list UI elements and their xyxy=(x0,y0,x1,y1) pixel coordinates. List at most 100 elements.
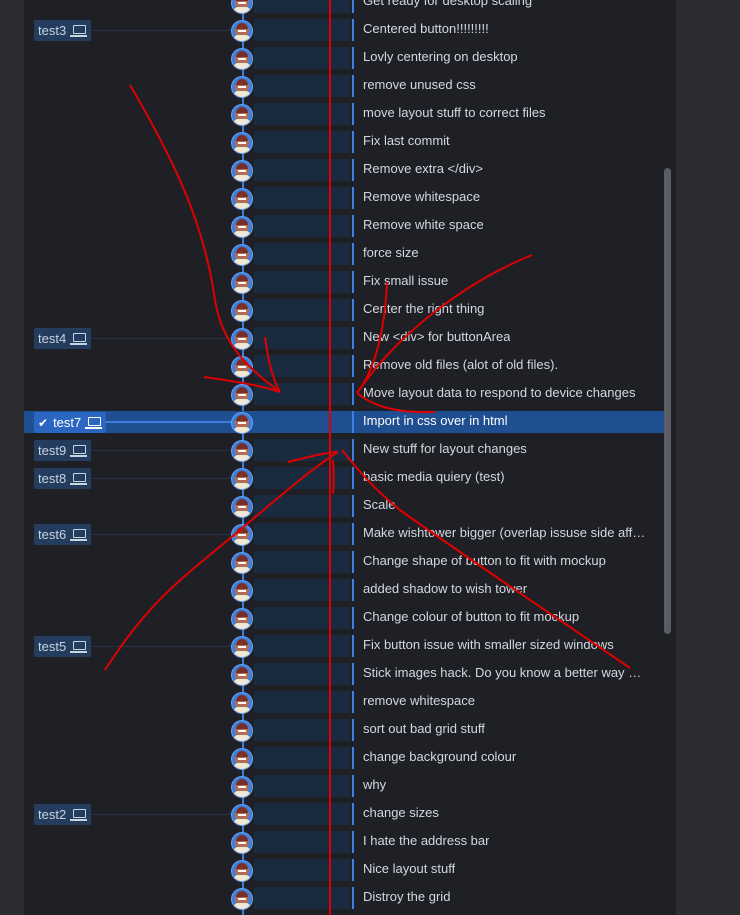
commit-row[interactable]: added shadow to wish tower xyxy=(24,577,676,605)
commit-message: Import in css over in html xyxy=(363,413,508,428)
author-avatar-icon[interactable] xyxy=(231,412,253,434)
message-marker xyxy=(352,831,354,853)
author-avatar-icon[interactable] xyxy=(231,244,253,266)
commit-row[interactable]: Scale xyxy=(24,493,676,521)
author-avatar-icon[interactable] xyxy=(231,496,253,518)
author-avatar-icon[interactable] xyxy=(231,860,253,882)
commit-message: Scale xyxy=(363,497,396,512)
laptop-icon xyxy=(70,444,88,457)
commit-row[interactable]: Remove whitespace xyxy=(24,185,676,213)
author-avatar-icon[interactable] xyxy=(231,132,253,154)
branch-tag[interactable]: test2 xyxy=(34,804,92,825)
branch-tag[interactable]: test5 xyxy=(34,636,92,657)
author-avatar-icon[interactable] xyxy=(231,720,253,742)
message-marker xyxy=(352,159,354,181)
commit-row[interactable]: Remove extra </div> xyxy=(24,157,676,185)
author-avatar-icon[interactable] xyxy=(231,776,253,798)
vertical-scrollbar[interactable] xyxy=(664,168,671,634)
author-avatar-icon[interactable] xyxy=(231,20,253,42)
commit-row[interactable]: Distroy the grid xyxy=(24,885,676,913)
message-marker xyxy=(352,551,354,573)
author-avatar-icon[interactable] xyxy=(231,0,253,14)
commit-row[interactable]: test8 basic media quiery (test) xyxy=(24,465,676,493)
author-avatar-icon[interactable] xyxy=(231,664,253,686)
author-avatar-icon[interactable] xyxy=(231,104,253,126)
author-avatar-icon[interactable] xyxy=(231,272,253,294)
message-marker xyxy=(352,635,354,657)
graph-cell xyxy=(254,495,350,517)
author-avatar-icon[interactable] xyxy=(231,804,253,826)
author-avatar-icon[interactable] xyxy=(231,440,253,462)
commit-row[interactable]: change background colour xyxy=(24,745,676,773)
commit-row[interactable]: Change shape of button to fit with mocku… xyxy=(24,549,676,577)
author-avatar-icon[interactable] xyxy=(231,552,253,574)
commit-graph-panel: Get ready for desktop scaling test3 Center… xyxy=(24,0,676,915)
commit-row[interactable]: sort out bad grid stuff xyxy=(24,717,676,745)
graph-cell xyxy=(254,551,350,573)
author-avatar-icon[interactable] xyxy=(231,692,253,714)
message-marker xyxy=(352,103,354,125)
commit-row[interactable]: test5 Fix button issue with smaller sized… xyxy=(24,633,676,661)
branch-tag-label: test2 xyxy=(38,807,67,822)
author-avatar-icon[interactable] xyxy=(231,384,253,406)
graph-cell xyxy=(254,0,350,13)
author-avatar-icon[interactable] xyxy=(231,356,253,378)
author-avatar-icon[interactable] xyxy=(231,300,253,322)
branch-tag[interactable]: test6 xyxy=(34,524,92,545)
author-avatar-icon[interactable] xyxy=(231,216,253,238)
commit-row[interactable]: remove unused css xyxy=(24,73,676,101)
commit-row[interactable]: why xyxy=(24,773,676,801)
graph-cell xyxy=(254,803,350,825)
commit-row[interactable]: test3 Centered button!!!!!!!!! xyxy=(24,17,676,45)
author-avatar-icon[interactable] xyxy=(231,188,253,210)
graph-cell xyxy=(254,327,350,349)
author-avatar-icon[interactable] xyxy=(231,328,253,350)
commit-row[interactable]: test6 Make wishtower bigger (overlap issu… xyxy=(24,521,676,549)
author-avatar-icon[interactable] xyxy=(231,832,253,854)
branch-tag[interactable]: ✔ test7 xyxy=(34,412,107,433)
tag-connector xyxy=(90,534,240,535)
commit-row[interactable]: test9 New stuff for layout changes xyxy=(24,437,676,465)
commit-message: Get ready for desktop scaling xyxy=(363,0,533,8)
commit-row[interactable]: Change colour of button to fit mockup xyxy=(24,605,676,633)
author-avatar-icon[interactable] xyxy=(231,468,253,490)
commit-row[interactable]: Fix last commit xyxy=(24,129,676,157)
commit-row[interactable]: Get ready for desktop scaling xyxy=(24,0,676,17)
commit-row[interactable]: ✔ test7 Import in css over in html xyxy=(24,409,676,437)
commit-message: change background colour xyxy=(363,749,517,764)
branch-tag[interactable]: test3 xyxy=(34,20,92,41)
right-gutter xyxy=(676,0,740,915)
commit-row[interactable]: test2 change sizes xyxy=(24,801,676,829)
branch-tag[interactable]: test9 xyxy=(34,440,92,461)
author-avatar-icon[interactable] xyxy=(231,76,253,98)
commit-row[interactable]: I hate the address bar xyxy=(24,829,676,857)
commit-row[interactable]: Remove white space xyxy=(24,213,676,241)
author-avatar-icon[interactable] xyxy=(231,636,253,658)
author-avatar-icon[interactable] xyxy=(231,524,253,546)
author-avatar-icon[interactable] xyxy=(231,160,253,182)
commit-row[interactable]: remove whitespace xyxy=(24,689,676,717)
commit-row[interactable]: move layout stuff to correct files xyxy=(24,101,676,129)
author-avatar-icon[interactable] xyxy=(231,580,253,602)
commit-row[interactable]: Stick images hack. Do you know a better … xyxy=(24,661,676,689)
author-avatar-icon[interactable] xyxy=(231,608,253,630)
commit-message: Fix small issue xyxy=(363,273,449,288)
commit-row[interactable]: Fix small issue xyxy=(24,269,676,297)
commit-message: Fix button issue with smaller sized wind… xyxy=(363,637,614,652)
commit-row[interactable]: Move layout data to respond to device ch… xyxy=(24,381,676,409)
branch-tag[interactable]: test4 xyxy=(34,328,92,349)
author-avatar-icon[interactable] xyxy=(231,888,253,910)
branch-tag-label: test3 xyxy=(38,23,67,38)
commit-row[interactable]: Lovly centering on desktop xyxy=(24,45,676,73)
graph-cell xyxy=(254,215,350,237)
author-avatar-icon[interactable] xyxy=(231,748,253,770)
commit-row[interactable]: Nice layout stuff xyxy=(24,857,676,885)
commit-row[interactable]: force size xyxy=(24,241,676,269)
branch-tag[interactable]: test8 xyxy=(34,468,92,489)
commit-row[interactable]: test4 New <div> for buttonArea xyxy=(24,325,676,353)
graph-cell xyxy=(254,859,350,881)
commit-row[interactable]: Center the right thing xyxy=(24,297,676,325)
commit-row[interactable]: Remove old files (alot of old files). xyxy=(24,353,676,381)
commit-message: Remove extra </div> xyxy=(363,161,483,176)
author-avatar-icon[interactable] xyxy=(231,48,253,70)
